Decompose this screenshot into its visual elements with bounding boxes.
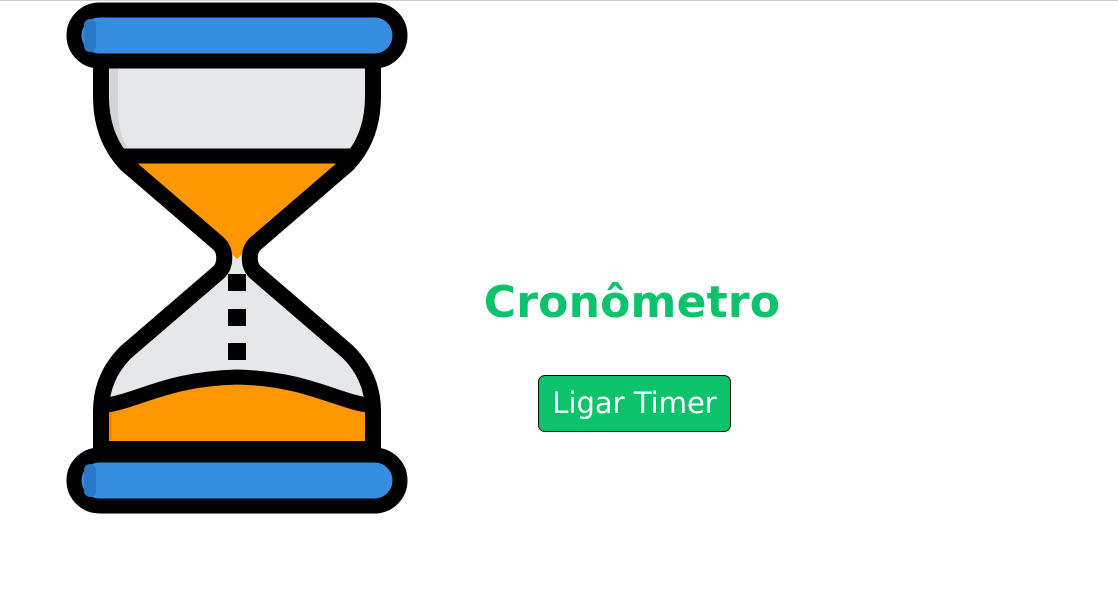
hourglass-top-sand <box>126 156 355 259</box>
page-title: Cronômetro <box>483 277 781 328</box>
hourglass-bottom-cap <box>66 447 408 514</box>
hourglass-top-cap <box>66 2 408 69</box>
falling-sand-drop <box>228 343 246 360</box>
hourglass-icon <box>66 2 408 514</box>
falling-sand-drop <box>228 274 246 291</box>
falling-sand-drop <box>228 309 246 326</box>
start-timer-button[interactable]: Ligar Timer <box>538 375 731 432</box>
timer-page: Cronômetro Ligar Timer <box>0 0 1118 593</box>
